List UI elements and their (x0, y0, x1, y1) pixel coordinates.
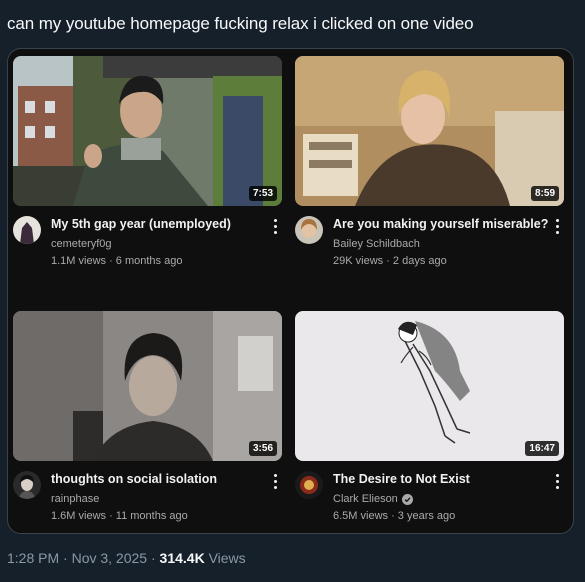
video-thumbnail[interactable]: 3:56 (13, 311, 282, 461)
tweet-footer: 1:28 PM · Nov 3, 2025 · 314.4K Views (7, 550, 246, 566)
video-title[interactable]: thoughts on social isolation (51, 472, 261, 486)
channel-name-text[interactable]: Clark Elieson (333, 493, 398, 505)
tweet-views-label: Views (204, 550, 246, 566)
more-options-icon[interactable] (270, 217, 280, 235)
video-duration-badge: 8:59 (530, 186, 559, 201)
video-duration-badge: 7:53 (248, 186, 277, 201)
channel-name[interactable]: cemeteryf0g (51, 238, 112, 250)
verified-check-icon (401, 493, 413, 505)
video-title[interactable]: My 5th gap year (unemployed) (51, 217, 261, 231)
channel-name-text[interactable]: rainphase (51, 493, 99, 505)
channel-name-text[interactable]: Bailey Schildbach (333, 238, 420, 250)
video-metadata: 29K views · 2 days ago (333, 255, 447, 267)
channel-avatar[interactable] (295, 471, 323, 499)
tweet-timestamp[interactable]: 1:28 PM · Nov 3, 2025 · (7, 550, 160, 566)
video-thumbnail[interactable]: 8:59 (295, 56, 564, 206)
video-metadata: 1.1M views · 6 months ago (51, 255, 183, 267)
channel-name[interactable]: rainphase (51, 493, 99, 505)
more-options-icon[interactable] (270, 472, 280, 490)
video-title[interactable]: The Desire to Not Exist (333, 472, 543, 486)
video-thumbnail[interactable]: 7:53 (13, 56, 282, 206)
channel-name-text[interactable]: cemeteryf0g (51, 238, 112, 250)
video-thumbnail[interactable]: 16:47 (295, 311, 564, 461)
channel-avatar[interactable] (13, 471, 41, 499)
video-metadata: 1.6M views · 11 months ago (51, 510, 188, 522)
channel-avatar[interactable] (13, 216, 41, 244)
channel-name[interactable]: Clark Elieson (333, 493, 413, 505)
tweet-views-count: 314.4K (159, 550, 205, 566)
more-options-icon[interactable] (552, 217, 562, 235)
video-duration-badge: 3:56 (248, 441, 277, 456)
video-title[interactable]: Are you making yourself miserable? (333, 217, 548, 231)
tweet-text: can my youtube homepage fucking relax i … (7, 14, 474, 33)
channel-avatar[interactable] (295, 216, 323, 244)
video-duration-badge: 16:47 (525, 441, 559, 456)
more-options-icon[interactable] (552, 472, 562, 490)
video-metadata: 6.5M views · 3 years ago (333, 510, 456, 522)
channel-name[interactable]: Bailey Schildbach (333, 238, 420, 250)
youtube-homepage-screenshot[interactable]: 7:53 My 5th gap year (unemployed) cemete… (7, 48, 574, 534)
